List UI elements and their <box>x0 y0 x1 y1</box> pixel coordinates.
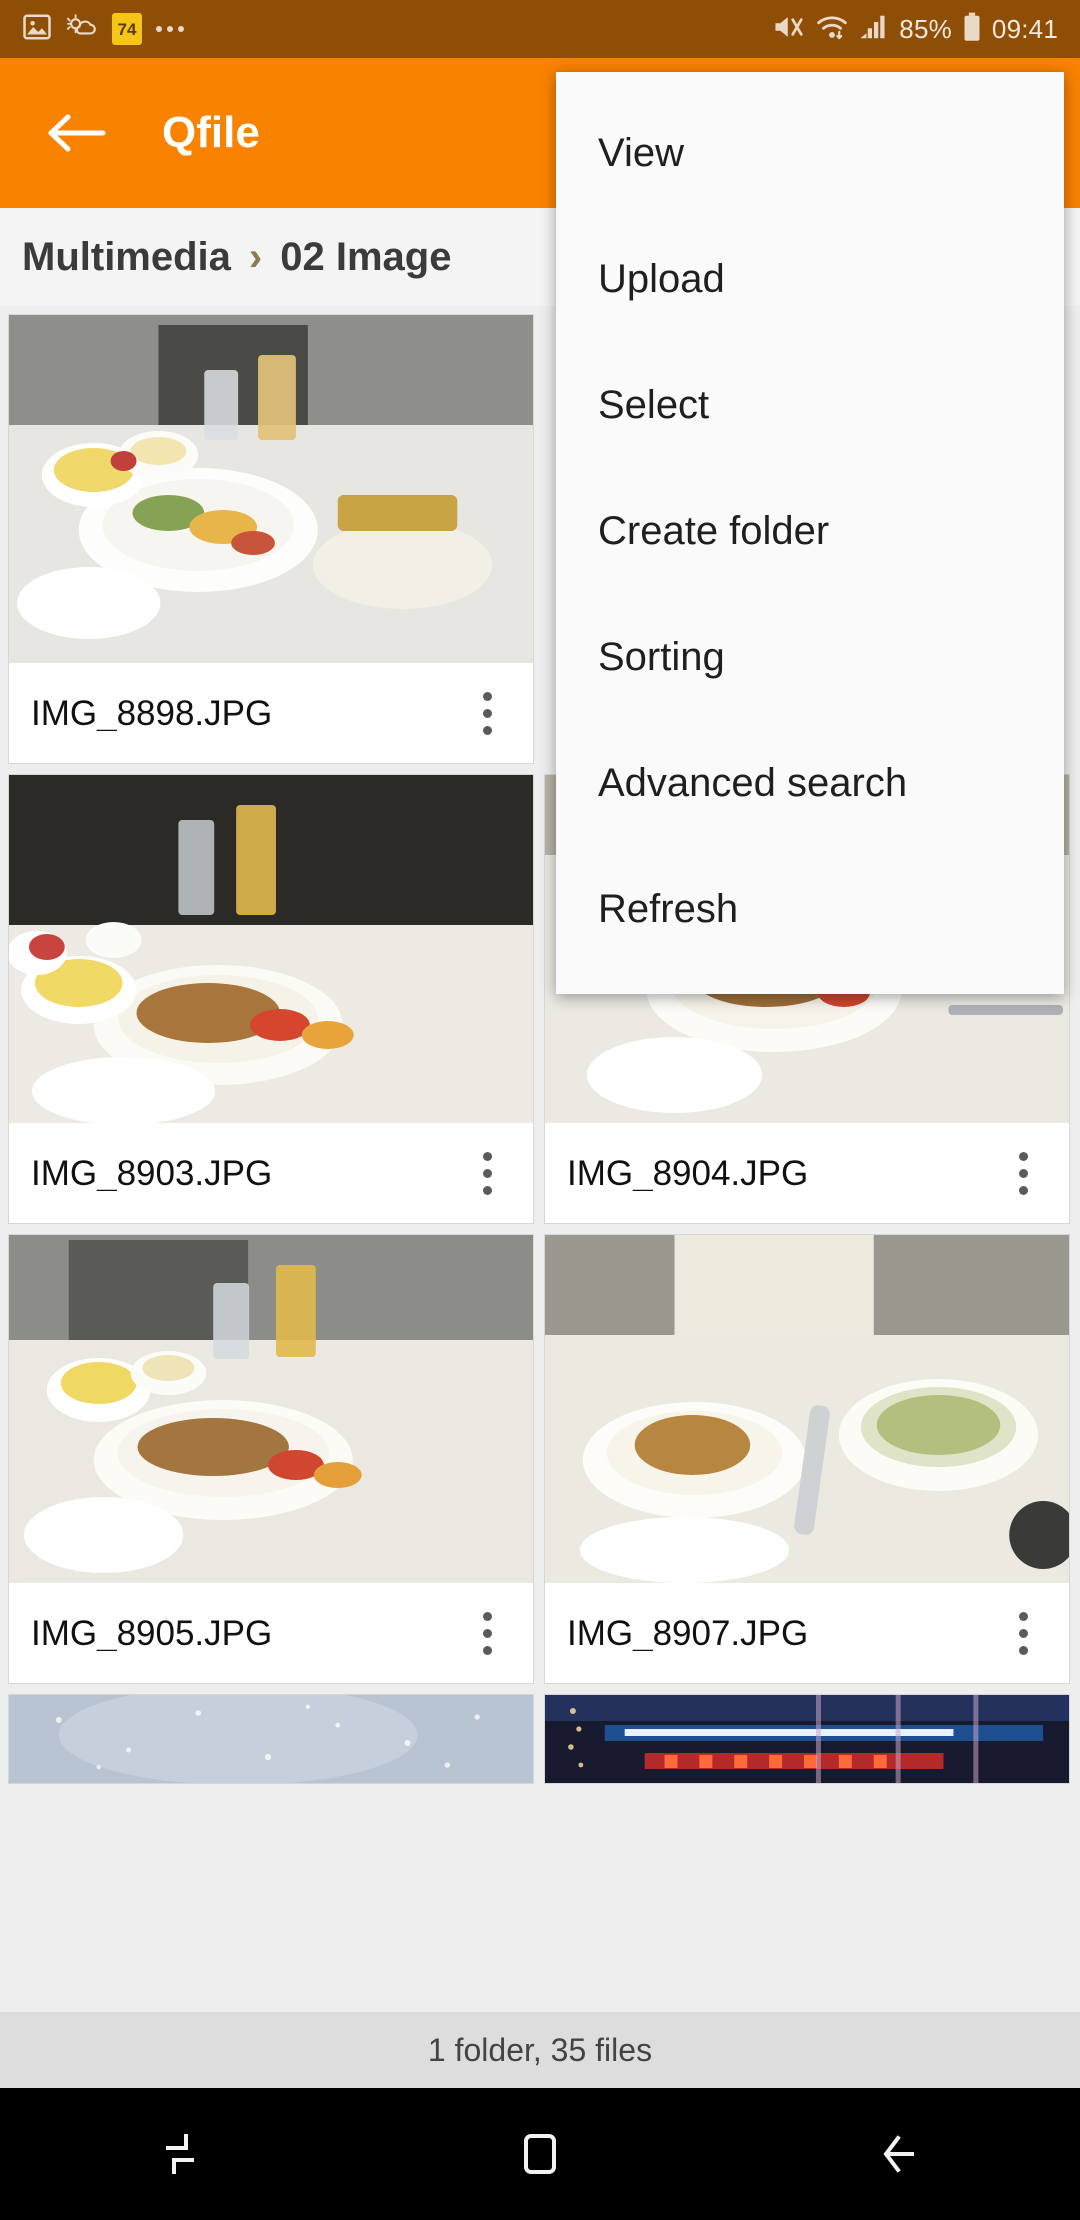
file-card-row: IMG_8904.JPG <box>545 1123 1069 1223</box>
battery-percent-label: 85% <box>899 14 952 44</box>
calendar-badge-icon: 74 <box>112 13 142 45</box>
file-thumbnail[interactable] <box>9 315 533 663</box>
file-card-row: IMG_8905.JPG <box>9 1583 533 1683</box>
file-name: IMG_8898.JPG <box>31 695 273 731</box>
clock-label: 09:41 <box>991 14 1058 44</box>
menu-item-create-folder[interactable]: Create folder <box>556 468 1064 594</box>
image-icon <box>22 12 52 47</box>
back-arrow-icon[interactable] <box>28 85 124 181</box>
file-thumbnail[interactable] <box>9 1695 533 1783</box>
more-options-icon[interactable] <box>457 677 517 749</box>
file-card[interactable]: IMG_8903.JPG <box>8 774 534 1224</box>
more-options-icon[interactable] <box>457 1137 517 1209</box>
file-name: IMG_8905.JPG <box>31 1615 273 1651</box>
file-card[interactable] <box>544 1694 1070 1784</box>
wifi-icon <box>815 12 849 47</box>
file-thumbnail[interactable] <box>9 1235 533 1583</box>
menu-item-select[interactable]: Select <box>556 342 1064 468</box>
file-thumbnail[interactable] <box>545 1235 1069 1583</box>
menu-item-label: Upload <box>598 257 725 301</box>
breadcrumb-root[interactable]: Multimedia <box>22 237 231 277</box>
menu-item-label: Create folder <box>598 509 830 553</box>
item-count-label: 1 folder, 35 files <box>427 2032 653 2068</box>
more-dots-icon <box>156 26 184 32</box>
file-card[interactable]: IMG_8907.JPG <box>544 1234 1070 1684</box>
menu-item-label: Advanced search <box>598 761 908 805</box>
status-bar-right-icons: 85% 09:41 <box>773 12 1058 47</box>
file-name: IMG_8904.JPG <box>567 1155 809 1191</box>
file-card-row: IMG_8907.JPG <box>545 1583 1069 1683</box>
breadcrumb-current[interactable]: 02 Image <box>280 237 451 277</box>
menu-item-advanced-search[interactable]: Advanced search <box>556 720 1064 846</box>
file-name: IMG_8903.JPG <box>31 1155 273 1191</box>
app-title: Qfile <box>162 108 260 157</box>
file-thumbnail[interactable] <box>9 775 533 1123</box>
weather-icon <box>66 13 98 46</box>
battery-icon <box>962 12 982 47</box>
phone-screen: 74 85% 09:41 Qfile Multimedia › 02 Image… <box>0 0 1080 2220</box>
android-nav-bar <box>0 2088 1080 2220</box>
file-thumbnail[interactable] <box>545 1695 1069 1783</box>
menu-item-sorting[interactable]: Sorting <box>556 594 1064 720</box>
menu-item-label: View <box>598 131 684 175</box>
more-options-icon[interactable] <box>993 1597 1053 1669</box>
menu-item-view[interactable]: View <box>556 90 1064 216</box>
file-card[interactable]: IMG_8905.JPG <box>8 1234 534 1684</box>
overflow-menu[interactable]: View Upload Select Create folder Sorting… <box>556 72 1064 994</box>
status-bar-left-icons: 74 <box>22 12 184 47</box>
menu-item-upload[interactable]: Upload <box>556 216 1064 342</box>
signal-icon <box>859 13 889 46</box>
more-options-icon[interactable] <box>457 1597 517 1669</box>
file-card[interactable] <box>8 1694 534 1784</box>
menu-item-refresh[interactable]: Refresh <box>556 846 1064 972</box>
home-button[interactable] <box>360 2128 720 2180</box>
more-options-icon[interactable] <box>993 1137 1053 1209</box>
mute-icon <box>773 12 805 47</box>
menu-item-label: Refresh <box>598 887 739 931</box>
file-card-row: IMG_8903.JPG <box>9 1123 533 1223</box>
status-footer: 1 folder, 35 files <box>0 2012 1080 2088</box>
file-card[interactable]: IMG_8898.JPG <box>8 314 534 764</box>
android-status-bar: 74 85% 09:41 <box>0 0 1080 58</box>
file-card-row: IMG_8898.JPG <box>9 663 533 763</box>
file-name: IMG_8907.JPG <box>567 1615 809 1651</box>
recents-button[interactable] <box>0 2128 360 2180</box>
chevron-right-icon: › <box>248 235 263 279</box>
menu-item-label: Sorting <box>598 635 725 679</box>
menu-item-label: Select <box>598 383 710 427</box>
back-button[interactable] <box>720 2128 1080 2180</box>
